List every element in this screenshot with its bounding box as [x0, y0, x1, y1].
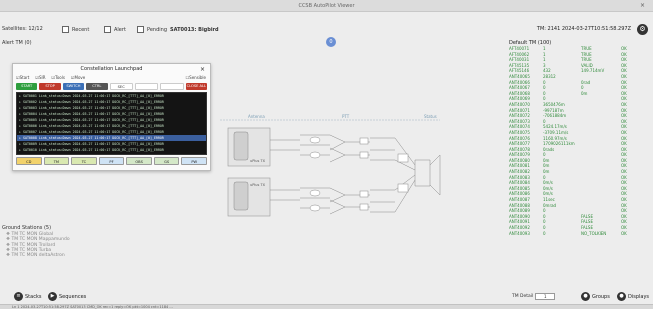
satellites-count: Satellites: 12/12	[2, 26, 43, 32]
launchpad-command-button[interactable]	[160, 83, 184, 90]
satellite-row[interactable]: ▸ SAT0010 Link_status=Down 2024-03-27 11…	[17, 147, 206, 153]
launchpad-command-button[interactable]: STOP	[39, 83, 61, 90]
sensitive-toggle[interactable]: ☐Sensible	[186, 75, 206, 80]
displays-icon: ●	[617, 292, 626, 301]
recent-checkbox[interactable]	[62, 26, 69, 33]
diagram-box-2-label: uPlus TX	[250, 183, 266, 187]
stacks-label: Stacks	[25, 293, 42, 300]
diagram-top-label-antenna: Antenna	[248, 114, 265, 119]
diagram-top-label-ptt: PTT	[342, 114, 350, 119]
alert-count-badge[interactable]: 0	[326, 37, 336, 47]
tm-timestamp: TM: 2141 2024-03-27T10:51:58.297Z	[536, 26, 631, 32]
launchpad-command-button[interactable]	[134, 83, 159, 90]
module-button[interactable]: PF	[98, 157, 125, 165]
ground-station-label: TM TC MON deltaAstron	[11, 253, 65, 259]
launchpad-filters: ☑Start ☑SIR ☑Tools ☑Move ☐Sensible	[13, 75, 210, 82]
diagram-top-label-status: Status	[424, 114, 437, 119]
satellite-list[interactable]: ▸ SAT0001 Link_status=Down 2024-03-27 11…	[16, 92, 207, 155]
alert-checkbox[interactable]	[104, 26, 111, 33]
tm-eng-value: NO_TOLKIEN	[581, 230, 607, 236]
ground-station-item[interactable]: ❖ TM TC MON deltaAstron	[6, 253, 70, 258]
constellation-launchpad: Constellation Launchpad × ☑Start ☑SIR ☑T…	[12, 63, 211, 171]
tm-raw-value: 0	[543, 230, 546, 236]
displays-label: Displays	[628, 293, 650, 300]
sequences-label: Sequences	[59, 293, 87, 300]
groups-button[interactable]: ● Groups	[581, 291, 610, 302]
recent-filter[interactable]: Recent	[62, 26, 89, 33]
stacks-button[interactable]: ≡ Stacks	[14, 291, 41, 302]
launchpad-close-icon[interactable]: ×	[200, 64, 205, 75]
recent-label: Recent	[72, 26, 90, 33]
launchpad-module-bar: CD TM TC PF OBS GS PW	[13, 156, 210, 166]
satellite-block-diagram: Antenna PTT Status uPlus TX uPlus TX	[220, 114, 441, 217]
pending-filter[interactable]: Pending SAT0013: Bigbird	[137, 26, 219, 33]
ground-station-label: TM TC MON Mappamundo	[11, 237, 70, 243]
ground-stations-list: ❖ TM TC MON Global ❖ TM TC MON Mappamundo…	[6, 232, 70, 258]
sequences-button[interactable]: ▶ Sequences	[48, 291, 86, 302]
module-button[interactable]: PW	[181, 157, 208, 165]
tm-detail-spinner[interactable]: 1	[535, 293, 556, 300]
filter-move[interactable]: ☑Move	[71, 75, 85, 82]
ground-station-label: TM TC MON Trollard	[11, 242, 56, 248]
sequences-icon: ▶	[48, 292, 57, 301]
default-tm-table: AFT40071 1 TRUE OK AFT40062 1 TRUE OK AFT40031 1 T…	[509, 46, 647, 236]
launchpad-command-button[interactable]: CTRL	[86, 83, 108, 90]
app-window: CCSB AutoPilot Viewer × Satellites: 12/1…	[0, 0, 653, 309]
filter-sir[interactable]: ☑SIR	[35, 75, 45, 82]
launchpad-command-bar: START STOP SWITCH CTRL SEC CLOSE ALL	[13, 82, 210, 91]
tm-param-name: ANT40093	[509, 230, 530, 236]
module-button[interactable]: TM	[43, 157, 70, 165]
launchpad-command-button[interactable]: SEC	[109, 83, 133, 90]
launchpad-title: Constellation Launchpad	[80, 66, 143, 72]
module-button[interactable]: TC	[71, 157, 97, 165]
status-bar: Ln 1 2024-03-27T10:51:58.297Z SAT0013 CM…	[0, 304, 653, 309]
tm-status: OK	[621, 230, 627, 236]
launchpad-command-button[interactable]: CLOSE ALL	[185, 83, 207, 90]
launchpad-command-button[interactable]: SWITCH	[62, 83, 85, 90]
launchpad-title-bar: Constellation Launchpad ×	[13, 64, 210, 75]
window-title: CCSB AutoPilot Viewer	[298, 3, 355, 9]
alert-label: Alert	[114, 26, 126, 33]
tm-detail-label: TM Detail	[512, 294, 534, 299]
alert-filter[interactable]: Alert	[104, 26, 126, 33]
pending-checkbox[interactable]	[137, 26, 144, 33]
module-button[interactable]: GS	[153, 157, 180, 165]
pending-label: Pending	[147, 26, 167, 33]
toolbar: Satellites: 12/12 Recent Alert Pending S…	[0, 20, 653, 38]
alert-tm-label: Alert TM (0)	[2, 40, 32, 46]
title-bar: CCSB AutoPilot Viewer ×	[0, 0, 653, 12]
groups-icon: ●	[581, 292, 590, 301]
pending-satellite: SAT0013: Bigbird	[170, 26, 219, 33]
close-window-icon[interactable]: ×	[640, 2, 645, 9]
groups-label: Groups	[592, 293, 610, 300]
module-button[interactable]: OBS	[126, 157, 152, 165]
diagram-box-1-label: uPlus TX	[250, 159, 266, 163]
gear-icon[interactable]: ⚙	[637, 24, 648, 35]
tm-detail-control: TM Detail 1	[512, 293, 556, 300]
filter-tools[interactable]: ☑Tools	[51, 75, 64, 82]
filter-start[interactable]: ☑Start	[16, 75, 29, 82]
stacks-icon: ≡	[14, 292, 23, 301]
ground-stations-label: Ground Stations (5)	[2, 225, 52, 231]
displays-button[interactable]: ● Displays	[617, 291, 649, 302]
module-button[interactable]: CD	[16, 157, 42, 165]
tm-row[interactable]: ANT40093 0 NO_TOLKIEN OK	[509, 231, 647, 237]
launchpad-command-button[interactable]: START	[16, 83, 38, 90]
